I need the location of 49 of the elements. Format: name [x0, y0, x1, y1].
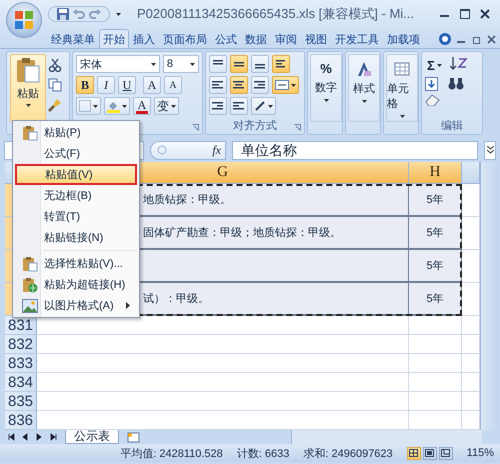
ribbon-tab[interactable]: 数据 — [241, 29, 271, 48]
ribbon-tab[interactable]: 经典菜单 — [47, 29, 99, 48]
font-style-button[interactable]: I — [97, 76, 115, 94]
menu-item[interactable]: 选择性粘贴(V)... — [15, 253, 137, 274]
group-label: 编辑 — [440, 119, 464, 133]
row-header[interactable]: 831 — [5, 316, 37, 335]
ribbon-tab[interactable]: 加载项 — [383, 29, 424, 48]
table-cell: 5年 — [409, 184, 462, 217]
ribbon-tab[interactable]: 审阅 — [271, 29, 301, 48]
count-value: 计数: 6633 — [236, 446, 290, 460]
row-header[interactable]: 835 — [5, 392, 37, 411]
menu-item[interactable]: 粘贴(P) — [15, 122, 137, 143]
table-cell: 5年 — [409, 283, 462, 316]
ribbon-tab[interactable]: 视图 — [301, 29, 331, 48]
autosum-button[interactable]: Σ — [425, 56, 444, 74]
font-name-field[interactable]: 宋体 — [76, 55, 160, 73]
font-style-button[interactable]: U — [118, 76, 136, 94]
row-header[interactable]: 836 — [5, 411, 37, 430]
ribbon-tab[interactable]: 插入 — [129, 29, 159, 48]
collapsed-group-button[interactable]: 样式 — [348, 54, 380, 122]
collapsed-group-button[interactable]: 单元格 — [386, 54, 418, 122]
ribbon-tab[interactable]: 开发工具 — [331, 29, 383, 48]
font-size-field[interactable]: 8 — [162, 55, 199, 73]
insert-function-button[interactable]: fx — [212, 142, 221, 158]
group-label: 对齐方式 — [232, 118, 278, 133]
zoom-level[interactable]: 115% — [466, 447, 494, 459]
menu-item[interactable]: 公式(F) — [15, 143, 137, 164]
font-color-button[interactable]: A — [133, 97, 151, 115]
ribbon-tab[interactable]: 开始 — [99, 29, 129, 48]
sum-value: 求和: 2496097623 — [303, 446, 393, 460]
shrink-font-button[interactable]: A — [164, 76, 182, 94]
formula-field[interactable]: 单位名称 — [232, 140, 478, 160]
column-header[interactable]: H — [409, 162, 462, 184]
row-header[interactable]: 833 — [5, 354, 37, 373]
row-header[interactable]: 832 — [5, 335, 37, 354]
collapsed-group-button[interactable]: % 数字 — [310, 54, 342, 122]
window-title: P020081113425366665435.xls [兼容模式] - Mi... — [137, 5, 414, 23]
phonetic-button[interactable]: 变 — [154, 97, 179, 115]
table-cell: 5年 — [409, 217, 462, 250]
row-header[interactable]: 834 — [5, 373, 37, 392]
sheet-tab[interactable]: 公示表 — [65, 430, 119, 444]
average-value: 平均值: 2428110.528 — [120, 446, 223, 460]
table-cell: 5年 — [409, 250, 462, 283]
font-style-button[interactable]: B — [76, 76, 94, 94]
ribbon-tab[interactable]: 公式 — [211, 29, 241, 48]
grow-font-button[interactable]: A — [143, 76, 161, 94]
ribbon-tab[interactable]: 页面布局 — [159, 29, 211, 48]
menu-item[interactable]: 粘贴值(V) — [15, 164, 137, 185]
paste-button[interactable]: 粘贴 — [10, 54, 46, 122]
